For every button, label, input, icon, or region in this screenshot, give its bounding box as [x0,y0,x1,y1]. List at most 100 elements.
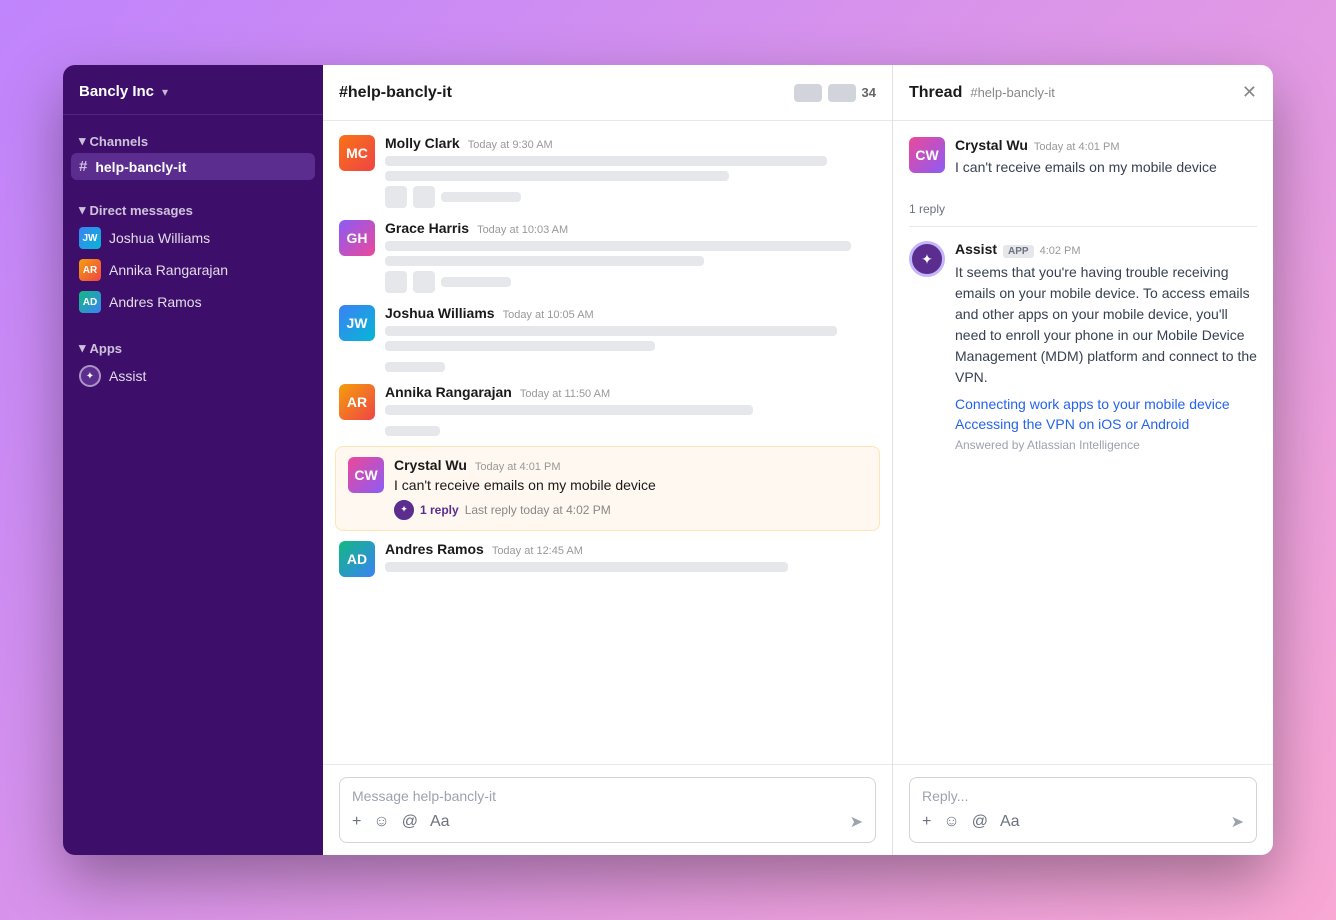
thread-plus-icon[interactable]: + [922,813,931,831]
channels-section: ▾ Channels # help-bancly-it [63,115,323,184]
placeholder-line [385,362,445,372]
thread-send-button[interactable]: ➤ [1231,812,1244,832]
thread-avatar-crystal: CW [909,137,945,173]
msg-header-joshua: Joshua Williams Today at 10:05 AM [385,305,876,321]
message-group-joshua: JW Joshua Williams Today at 10:05 AM [339,299,876,378]
reply-bar[interactable]: ✦ 1 reply Last reply today at 4:02 PM [394,500,867,520]
msg-text-crystal: I can't receive emails on my mobile devi… [394,476,867,496]
dm-name-andres: Andres Ramos [109,294,202,310]
placeholder-line [441,192,521,202]
assist-icon: ✦ [79,365,101,387]
msg-name-grace: Grace Harris [385,220,469,236]
msg-time-andres: Today at 12:45 AM [492,545,583,557]
sidebar-item-andres[interactable]: AD Andres Ramos [71,286,315,318]
main-chat: #help-bancly-it 34 MC Molly Clark Today … [323,65,893,855]
member-count: 34 [862,85,876,100]
emoji-icon[interactable]: ☺ [373,813,389,831]
chat-input-box[interactable]: Message help-bancly-it + ☺ @ Aa ➤ [339,777,876,843]
sidebar-item-annika[interactable]: AR Annika Rangarajan [71,254,315,286]
msg-time-molly: Today at 9:30 AM [468,139,553,151]
chevron-down-icon: ▾ [162,85,168,99]
chat-input-toolbar: + ☺ @ Aa ➤ [352,812,863,832]
plus-icon[interactable]: + [352,813,361,831]
thread-msg-header-crystal: Crystal Wu Today at 4:01 PM [955,137,1257,153]
channels-section-title[interactable]: ▾ Channels [71,129,315,153]
msg-body-crystal: Crystal Wu Today at 4:01 PM I can't rece… [394,457,867,520]
chevron-icon-apps: ▾ [79,340,86,356]
thread-input-box[interactable]: Reply... + ☺ @ Aa ➤ [909,777,1257,843]
workspace-name: Bancly Inc [79,83,154,100]
message-group-grace: GH Grace Harris Today at 10:03 AM [339,214,876,299]
apps-section-title[interactable]: ▾ Apps [71,336,315,360]
dm-section-title[interactable]: ▾ Direct messages [71,198,315,222]
thread-emoji-icon[interactable]: ☺ [943,813,959,831]
msg-name-crystal: Crystal Wu [394,457,467,473]
chevron-icon-channels: ▾ [79,133,86,149]
msg-time-joshua: Today at 10:05 AM [503,309,594,321]
placeholder-block [385,271,407,293]
messages-list[interactable]: MC Molly Clark Today at 9:30 AM [323,121,892,764]
close-button[interactable]: ✕ [1242,82,1257,103]
answered-by: Answered by Atlassian Intelligence [955,438,1257,452]
reply-count[interactable]: 1 reply [420,503,459,517]
msg-body-grace: Grace Harris Today at 10:03 AM [385,220,876,293]
sidebar-item-assist[interactable]: ✦ Assist [71,360,315,392]
placeholder-block [413,186,435,208]
message-group-crystal: CW Crystal Wu Today at 4:01 PM I can't r… [335,446,880,531]
channel-name-header: #help-bancly-it [339,84,452,102]
thread-msg-body-assist: Assist APP 4:02 PM It seems that you're … [955,241,1257,452]
avatar-crystal-msg: CW [348,457,384,493]
assist-reply-icon: ✦ [394,500,414,520]
thread-input-toolbar: + ☺ @ Aa ➤ [922,812,1244,832]
thread-title: Thread [909,84,962,102]
msg-body-molly: Molly Clark Today at 9:30 AM [385,135,876,208]
msg-lines-grace [385,241,876,266]
apps-section: ▾ Apps ✦ Assist [63,322,323,396]
thread-link-1[interactable]: Connecting work apps to your mobile devi… [955,396,1257,412]
placeholder-line [385,256,704,266]
format-icon[interactable]: Aa [430,813,450,831]
placeholder-line [385,405,753,415]
app-badge: APP [1003,245,1034,258]
thread-link-2[interactable]: Accessing the VPN on iOS or Android [955,416,1257,432]
placeholder-line [385,341,655,351]
message-group-molly: MC Molly Clark Today at 9:30 AM [339,129,876,214]
msg-short-group-grace [385,271,876,293]
thread-avatar-assist: ✦ [909,241,945,277]
thread-at-icon[interactable]: @ [972,813,988,831]
msg-name-andres: Andres Ramos [385,541,484,557]
thread-msg-text-crystal: I can't receive emails on my mobile devi… [955,157,1257,178]
msg-header-molly: Molly Clark Today at 9:30 AM [385,135,876,151]
msg-name-molly: Molly Clark [385,135,460,151]
msg-header-grace: Grace Harris Today at 10:03 AM [385,220,876,236]
avatar-andres: AD [79,291,101,313]
sidebar-header[interactable]: Bancly Inc ▾ [63,65,323,115]
sidebar-item-help-bancly-it[interactable]: # help-bancly-it [71,153,315,180]
msg-time-crystal: Today at 4:01 PM [475,461,561,473]
placeholder-line [385,326,837,336]
thread-format-icon[interactable]: Aa [1000,813,1020,831]
thread-msg-time-assist: 4:02 PM [1040,245,1081,257]
thread-msg-name-assist: Assist [955,241,997,257]
thread-messages[interactable]: CW Crystal Wu Today at 4:01 PM I can't r… [893,121,1273,764]
chevron-icon-dm: ▾ [79,202,86,218]
thread-msg-body-crystal: Crystal Wu Today at 4:01 PM I can't rece… [955,137,1257,186]
placeholder-line [385,426,440,436]
chat-header: #help-bancly-it 34 [323,65,892,121]
message-group-annika: AR Annika Rangarajan Today at 11:50 AM [339,378,876,442]
placeholder-line [385,156,827,166]
avatar-grace: GH [339,220,375,256]
placeholder-line [385,171,729,181]
avatar-annika: AR [79,259,101,281]
thread-panel: Thread #help-bancly-it ✕ CW Crystal Wu T… [893,65,1273,855]
msg-lines-molly [385,156,876,181]
send-button[interactable]: ➤ [850,812,863,832]
sidebar-item-joshua[interactable]: JW Joshua Williams [71,222,315,254]
placeholder-line [385,562,788,572]
msg-lines-joshua [385,326,876,351]
direct-messages-section: ▾ Direct messages JW Joshua Williams AR … [63,184,323,322]
msg-name-joshua: Joshua Williams [385,305,495,321]
reply-count-label: 1 reply [909,202,1257,227]
sidebar: Bancly Inc ▾ ▾ Channels # help-bancly-it… [63,65,323,855]
at-icon[interactable]: @ [402,813,418,831]
